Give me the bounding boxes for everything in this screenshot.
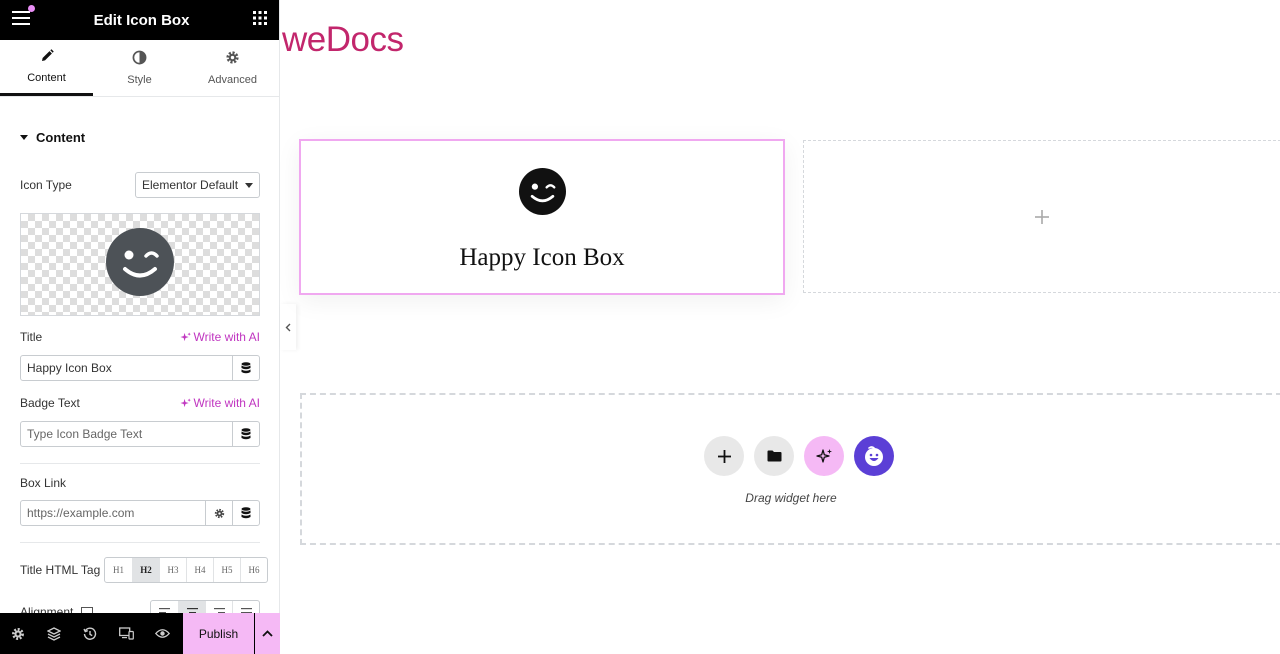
align-justify-icon[interactable] bbox=[232, 601, 259, 613]
half-circle-icon bbox=[132, 50, 147, 68]
title-dynamic-tags-button[interactable] bbox=[232, 356, 259, 380]
box-link-control: Box Link bbox=[20, 476, 260, 490]
alignment-label: Alignment bbox=[20, 605, 74, 613]
tab-style[interactable]: Style bbox=[93, 40, 186, 96]
tab-content[interactable]: Content bbox=[0, 40, 93, 96]
chevron-left-icon bbox=[285, 323, 291, 331]
database-icon bbox=[241, 362, 251, 374]
caret-down-icon bbox=[20, 135, 28, 140]
panel-header: Edit Icon Box bbox=[0, 0, 279, 40]
html-tag-h6[interactable]: H6 bbox=[240, 558, 267, 582]
badge-dynamic-tags-button[interactable] bbox=[232, 422, 259, 446]
wink-face-icon bbox=[518, 168, 566, 220]
add-section-button[interactable] bbox=[704, 436, 744, 476]
icon-box-title: Happy Icon Box bbox=[459, 244, 625, 271]
panel-title: Edit Icon Box bbox=[93, 11, 190, 29]
html-tag-label: Title HTML Tag bbox=[20, 563, 101, 577]
alignment-choices bbox=[150, 600, 260, 613]
database-icon bbox=[241, 507, 251, 519]
html-tag-choices: H1 H2 H3 H4 H5 H6 bbox=[104, 557, 268, 583]
title-ai-label: Write with AI bbox=[193, 330, 260, 344]
hamburger-menu-icon[interactable] bbox=[12, 10, 30, 30]
publish-button[interactable]: Publish bbox=[183, 613, 254, 654]
html-tag-h2[interactable]: H2 bbox=[132, 558, 159, 582]
badge-input-group bbox=[20, 421, 260, 447]
icon-type-control: Icon Type Elementor Default bbox=[20, 172, 260, 198]
panel-controls[interactable]: Content Icon Type Elementor Default Titl… bbox=[0, 97, 280, 613]
history-icon[interactable] bbox=[72, 613, 108, 654]
section-title: Content bbox=[36, 130, 86, 145]
icon-type-select[interactable]: Elementor Default bbox=[135, 172, 260, 198]
title-input-group bbox=[20, 355, 260, 381]
title-input[interactable] bbox=[21, 356, 232, 380]
box-link-input[interactable] bbox=[21, 501, 205, 525]
gear-icon bbox=[225, 50, 240, 68]
icon-type-value: Elementor Default bbox=[142, 178, 239, 192]
panel-collapse-handle[interactable] bbox=[280, 304, 296, 350]
sparkle-icon bbox=[179, 397, 191, 407]
plus-icon[interactable] bbox=[1035, 209, 1049, 224]
icon-box-widget[interactable]: Happy Icon Box bbox=[299, 139, 785, 295]
chevron-down-icon bbox=[245, 182, 253, 188]
layers-icon[interactable] bbox=[36, 613, 72, 654]
drop-zone-hint: Drag widget here bbox=[745, 491, 837, 505]
title-label: Title bbox=[20, 330, 43, 344]
drop-zone[interactable]: Drag widget here bbox=[300, 393, 1280, 545]
badge-label: Badge Text bbox=[20, 396, 80, 410]
sparkle-icon bbox=[815, 448, 832, 463]
happy-addons-button[interactable] bbox=[854, 436, 894, 476]
html-tag-h4[interactable]: H4 bbox=[186, 558, 213, 582]
divider bbox=[20, 542, 260, 543]
tab-advanced[interactable]: Advanced bbox=[186, 40, 279, 96]
sparkle-icon bbox=[179, 331, 191, 341]
panel-footer: Publish bbox=[0, 613, 280, 654]
tab-advanced-label: Advanced bbox=[208, 74, 257, 86]
title-write-with-ai-link[interactable]: Write with AI bbox=[179, 330, 260, 344]
title-control: Title Write with AI bbox=[20, 330, 260, 344]
site-title[interactable]: weDocs bbox=[282, 20, 404, 60]
html-tag-h5[interactable]: H5 bbox=[213, 558, 240, 582]
preview-eye-icon[interactable] bbox=[144, 613, 180, 654]
database-icon bbox=[241, 428, 251, 440]
empty-column[interactable] bbox=[803, 140, 1280, 293]
notification-dot bbox=[28, 5, 35, 12]
alignment-control: Alignment bbox=[20, 600, 260, 613]
drop-zone-actions bbox=[704, 436, 894, 476]
badge-ai-label: Write with AI bbox=[193, 396, 260, 410]
badge-input[interactable] bbox=[21, 422, 232, 446]
badge-control: Badge Text Write with AI bbox=[20, 396, 260, 410]
pencil-icon bbox=[40, 49, 54, 66]
ai-generate-button[interactable] bbox=[804, 436, 844, 476]
editor-panel: Edit Icon Box Content Style Advanced Con… bbox=[0, 0, 280, 654]
html-tag-h3[interactable]: H3 bbox=[159, 558, 186, 582]
widgets-grid-icon[interactable] bbox=[253, 10, 267, 30]
align-center-icon[interactable] bbox=[178, 601, 205, 613]
divider bbox=[20, 463, 260, 464]
folder-icon bbox=[767, 450, 781, 462]
tab-content-label: Content bbox=[27, 72, 66, 84]
tab-style-label: Style bbox=[127, 74, 152, 86]
link-options-button[interactable] bbox=[205, 501, 232, 525]
align-right-icon[interactable] bbox=[205, 601, 232, 613]
box-link-input-group bbox=[20, 500, 260, 526]
add-template-button[interactable] bbox=[754, 436, 794, 476]
link-dynamic-tags-button[interactable] bbox=[232, 501, 259, 525]
publish-options-chevron-up-icon[interactable] bbox=[255, 613, 280, 654]
responsive-mode-icon[interactable] bbox=[108, 613, 144, 654]
wink-face-icon bbox=[106, 228, 174, 301]
html-tag-h1[interactable]: H1 bbox=[105, 558, 132, 582]
badge-write-with-ai-link[interactable]: Write with AI bbox=[179, 396, 260, 410]
plus-icon bbox=[717, 449, 731, 463]
icon-type-label: Icon Type bbox=[20, 178, 72, 192]
site-settings-gear-icon[interactable] bbox=[0, 613, 36, 654]
panel-tabs: Content Style Advanced bbox=[0, 40, 279, 97]
content-section-toggle[interactable]: Content bbox=[0, 97, 280, 145]
html-tag-control: Title HTML Tag H1 H2 H3 H4 H5 H6 bbox=[20, 557, 268, 583]
gear-icon bbox=[214, 508, 224, 518]
align-left-icon[interactable] bbox=[151, 601, 178, 613]
icon-picker-preview[interactable] bbox=[20, 213, 260, 316]
happy-addons-logo-icon bbox=[865, 446, 883, 466]
box-link-label: Box Link bbox=[20, 476, 67, 490]
